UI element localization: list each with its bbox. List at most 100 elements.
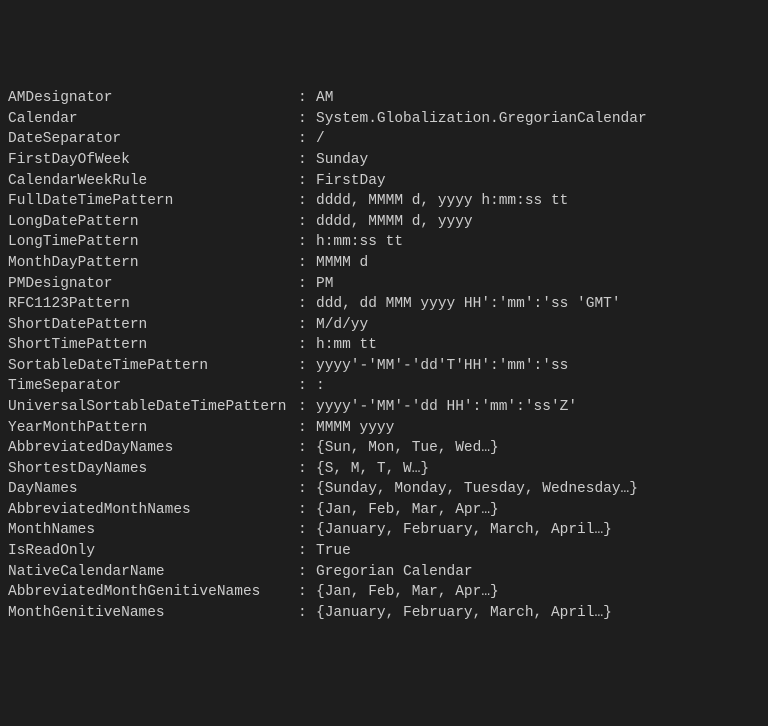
property-row: LongDatePattern : dddd, MMMM d, yyyy xyxy=(8,212,760,233)
property-row: ShortestDayNames : {S, M, T, W…} xyxy=(8,459,760,480)
property-key: ShortestDayNames xyxy=(8,459,298,480)
property-value: {January, February, March, April…} xyxy=(316,603,760,624)
property-row: MonthGenitiveNames : {January, February,… xyxy=(8,603,760,624)
property-key: AMDesignator xyxy=(8,88,298,109)
property-row: ShortDatePattern : M/d/yy xyxy=(8,315,760,336)
property-key: IsReadOnly xyxy=(8,541,298,562)
property-row: SortableDateTimePattern : yyyy'-'MM'-'dd… xyxy=(8,356,760,377)
property-separator: : xyxy=(298,109,316,130)
property-key: YearMonthPattern xyxy=(8,418,298,439)
property-separator: : xyxy=(298,171,316,192)
property-value: System.Globalization.GregorianCalendar xyxy=(316,109,760,130)
property-value: yyyy'-'MM'-'dd HH':'mm':'ss'Z' xyxy=(316,397,760,418)
property-value: MMMM yyyy xyxy=(316,418,760,439)
property-row: MonthDayPattern : MMMM d xyxy=(8,253,760,274)
property-separator: : xyxy=(298,191,316,212)
property-separator: : xyxy=(298,376,316,397)
property-value: {Sunday, Monday, Tuesday, Wednesday…} xyxy=(316,479,760,500)
property-row: TimeSeparator : : xyxy=(8,376,760,397)
property-row: YearMonthPattern : MMMM yyyy xyxy=(8,418,760,439)
property-value: ddd, dd MMM yyyy HH':'mm':'ss 'GMT' xyxy=(316,294,760,315)
property-separator: : xyxy=(298,479,316,500)
property-separator: : xyxy=(298,232,316,253)
property-separator: : xyxy=(298,603,316,624)
property-value: {January, February, March, April…} xyxy=(316,520,760,541)
property-separator: : xyxy=(298,418,316,439)
property-key: TimeSeparator xyxy=(8,376,298,397)
property-value: Gregorian Calendar xyxy=(316,562,760,583)
property-key: UniversalSortableDateTimePattern xyxy=(8,397,298,418)
property-separator: : xyxy=(298,294,316,315)
property-separator: : xyxy=(298,541,316,562)
property-value: dddd, MMMM d, yyyy h:mm:ss tt xyxy=(316,191,760,212)
property-key: CalendarWeekRule xyxy=(8,171,298,192)
property-key: DayNames xyxy=(8,479,298,500)
property-key: MonthGenitiveNames xyxy=(8,603,298,624)
property-row: DateSeparator : / xyxy=(8,129,760,150)
property-separator: : xyxy=(298,500,316,521)
property-separator: : xyxy=(298,459,316,480)
property-key: Calendar xyxy=(8,109,298,130)
property-value: {Jan, Feb, Mar, Apr…} xyxy=(316,500,760,521)
property-value: {Jan, Feb, Mar, Apr…} xyxy=(316,582,760,603)
property-separator: : xyxy=(298,212,316,233)
property-key: SortableDateTimePattern xyxy=(8,356,298,377)
property-row: FirstDayOfWeek : Sunday xyxy=(8,150,760,171)
property-value: AM xyxy=(316,88,760,109)
property-separator: : xyxy=(298,129,316,150)
property-row: AbbreviatedDayNames : {Sun, Mon, Tue, We… xyxy=(8,438,760,459)
property-key: PMDesignator xyxy=(8,274,298,295)
property-key: MonthNames xyxy=(8,520,298,541)
property-separator: : xyxy=(298,582,316,603)
property-value: dddd, MMMM d, yyyy xyxy=(316,212,760,233)
property-value: {S, M, T, W…} xyxy=(316,459,760,480)
property-value: yyyy'-'MM'-'dd'T'HH':'mm':'ss xyxy=(316,356,760,377)
property-key: ShortTimePattern xyxy=(8,335,298,356)
property-row: UniversalSortableDateTimePattern : yyyy'… xyxy=(8,397,760,418)
property-row: ShortTimePattern : h:mm tt xyxy=(8,335,760,356)
property-key: LongTimePattern xyxy=(8,232,298,253)
property-separator: : xyxy=(298,562,316,583)
property-key: AbbreviatedDayNames xyxy=(8,438,298,459)
property-row: AbbreviatedMonthNames : {Jan, Feb, Mar, … xyxy=(8,500,760,521)
property-row: FullDateTimePattern : dddd, MMMM d, yyyy… xyxy=(8,191,760,212)
property-row: MonthNames : {January, February, March, … xyxy=(8,520,760,541)
property-separator: : xyxy=(298,315,316,336)
console-output: AMDesignator : AMCalendar : System.Globa… xyxy=(8,88,760,623)
property-key: DateSeparator xyxy=(8,129,298,150)
property-value: M/d/yy xyxy=(316,315,760,336)
property-row: IsReadOnly : True xyxy=(8,541,760,562)
property-separator: : xyxy=(298,520,316,541)
property-key: ShortDatePattern xyxy=(8,315,298,336)
property-row: CalendarWeekRule : FirstDay xyxy=(8,171,760,192)
property-value: True xyxy=(316,541,760,562)
property-key: NativeCalendarName xyxy=(8,562,298,583)
property-key: LongDatePattern xyxy=(8,212,298,233)
property-value: MMMM d xyxy=(316,253,760,274)
property-key: RFC1123Pattern xyxy=(8,294,298,315)
property-separator: : xyxy=(298,150,316,171)
property-key: FirstDayOfWeek xyxy=(8,150,298,171)
property-value: h:mm tt xyxy=(316,335,760,356)
property-row: DayNames : {Sunday, Monday, Tuesday, Wed… xyxy=(8,479,760,500)
property-row: Calendar : System.Globalization.Gregoria… xyxy=(8,109,760,130)
property-row: NativeCalendarName : Gregorian Calendar xyxy=(8,562,760,583)
property-key: MonthDayPattern xyxy=(8,253,298,274)
property-separator: : xyxy=(298,397,316,418)
property-row: LongTimePattern : h:mm:ss tt xyxy=(8,232,760,253)
property-value: PM xyxy=(316,274,760,295)
property-separator: : xyxy=(298,88,316,109)
property-separator: : xyxy=(298,356,316,377)
property-separator: : xyxy=(298,253,316,274)
property-key: AbbreviatedMonthNames xyxy=(8,500,298,521)
property-value: : xyxy=(316,376,760,397)
property-value: / xyxy=(316,129,760,150)
property-value: {Sun, Mon, Tue, Wed…} xyxy=(316,438,760,459)
property-separator: : xyxy=(298,274,316,295)
property-separator: : xyxy=(298,438,316,459)
property-key: FullDateTimePattern xyxy=(8,191,298,212)
property-value: Sunday xyxy=(316,150,760,171)
property-row: AbbreviatedMonthGenitiveNames : {Jan, Fe… xyxy=(8,582,760,603)
property-value: FirstDay xyxy=(316,171,760,192)
property-key: AbbreviatedMonthGenitiveNames xyxy=(8,582,298,603)
